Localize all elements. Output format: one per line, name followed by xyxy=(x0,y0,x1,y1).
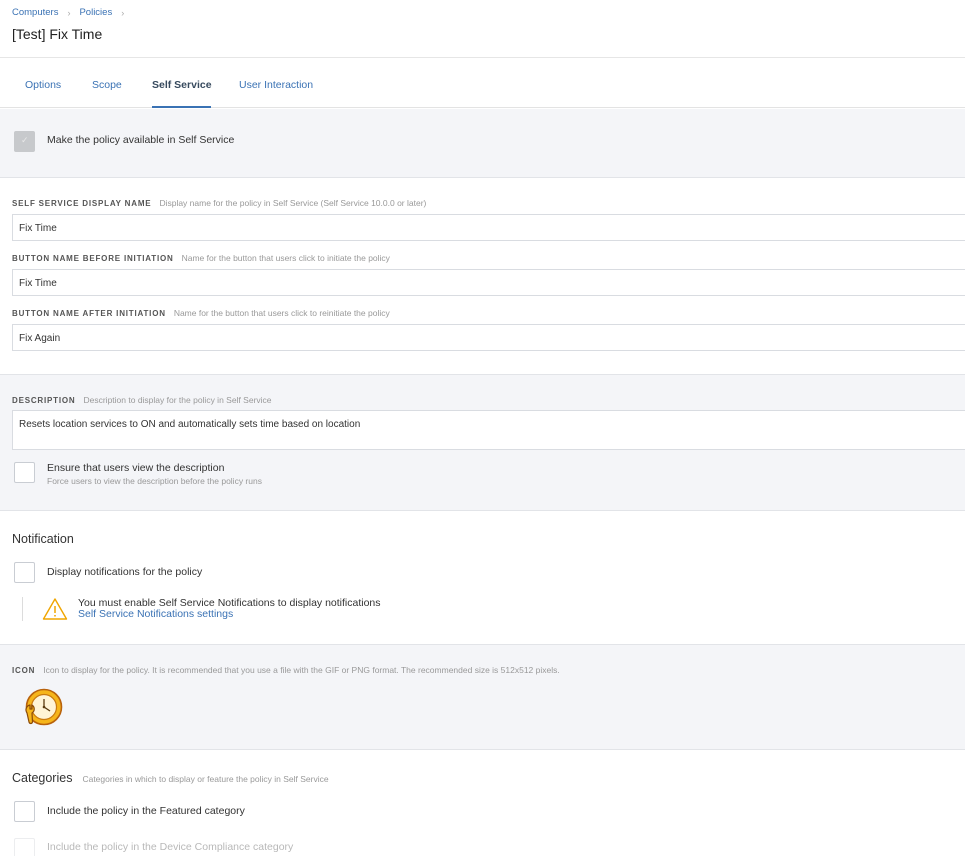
clock-wrench-icon[interactable] xyxy=(23,688,63,728)
active-tab-indicator xyxy=(152,106,211,108)
button-after-hint: Name for the button that users click to … xyxy=(173,308,390,318)
featured-category-checkbox[interactable] xyxy=(14,801,35,822)
display-name-label: SELF SERVICE DISPLAY NAME Display name fo… xyxy=(12,198,426,208)
tab-options[interactable]: Options xyxy=(25,79,61,91)
breadcrumb-policies[interactable]: Policies xyxy=(79,7,112,18)
notification-settings-link[interactable]: Self Service Notifications settings xyxy=(78,608,233,620)
page-title: [Test] Fix Time xyxy=(12,26,103,42)
description-hint: Description to display for the policy in… xyxy=(83,395,272,405)
ensure-view-checkbox[interactable] xyxy=(14,462,35,483)
tab-self-service[interactable]: Self Service xyxy=(152,79,212,91)
featured-category-label: Include the policy in the Featured categ… xyxy=(47,805,245,817)
button-before-label-text: BUTTON NAME BEFORE INITIATION xyxy=(12,254,174,263)
button-after-input[interactable]: Fix Again xyxy=(12,324,965,351)
categories-heading: Categories Categories in which to display… xyxy=(12,771,329,785)
page-header: Computers › Policies › [Test] Fix Time xyxy=(0,0,965,58)
button-before-hint: Name for the button that users click to … xyxy=(181,253,390,263)
self-service-available-checkbox[interactable] xyxy=(14,131,35,152)
categories-hint: Categories in which to display or featur… xyxy=(82,774,329,784)
icon-label: ICON Icon to display for the policy. It i… xyxy=(12,665,560,675)
display-name-input[interactable]: Fix Time xyxy=(12,214,965,241)
display-notifications-label: Display notifications for the policy xyxy=(47,566,203,578)
button-after-label-text: BUTTON NAME AFTER INITIATION xyxy=(12,309,166,318)
breadcrumb-separator: › xyxy=(67,7,71,18)
description-label-text: DESCRIPTION xyxy=(12,396,76,405)
icon-section xyxy=(0,645,965,749)
compliance-category-label: Include the policy in the Device Complia… xyxy=(47,841,294,853)
ensure-view-sublabel: Force users to view the description befo… xyxy=(47,476,262,486)
display-name-hint: Display name for the policy in Self Serv… xyxy=(159,198,427,208)
breadcrumb-computers[interactable]: Computers xyxy=(12,7,58,18)
button-after-label: BUTTON NAME AFTER INITIATION Name for the… xyxy=(12,308,390,318)
categories-heading-text: Categories xyxy=(12,771,73,785)
warning-icon xyxy=(42,598,68,620)
notification-heading: Notification xyxy=(12,532,74,546)
ensure-view-label: Ensure that users view the description xyxy=(47,462,225,474)
breadcrumb-separator: › xyxy=(121,7,125,18)
breadcrumb: Computers › Policies › xyxy=(12,7,133,18)
button-before-label: BUTTON NAME BEFORE INITIATION Name for th… xyxy=(12,253,390,263)
icon-hint: Icon to display for the policy. It is re… xyxy=(43,665,560,675)
tab-user-interaction[interactable]: User Interaction xyxy=(239,79,313,91)
tab-scope[interactable]: Scope xyxy=(92,79,122,91)
self-service-available-label: Make the policy available in Self Servic… xyxy=(47,134,235,146)
description-label: DESCRIPTION Description to display for th… xyxy=(12,395,272,405)
warning-rule xyxy=(22,597,23,621)
icon-label-text: ICON xyxy=(12,666,36,675)
display-notifications-checkbox[interactable] xyxy=(14,562,35,583)
button-before-input[interactable]: Fix Time xyxy=(12,269,965,296)
description-textarea[interactable]: Resets location services to ON and autom… xyxy=(12,410,965,450)
display-name-label-text: SELF SERVICE DISPLAY NAME xyxy=(12,199,152,208)
tab-bar: Options Scope Self Service User Interact… xyxy=(0,62,965,108)
compliance-category-checkbox[interactable] xyxy=(14,838,35,856)
